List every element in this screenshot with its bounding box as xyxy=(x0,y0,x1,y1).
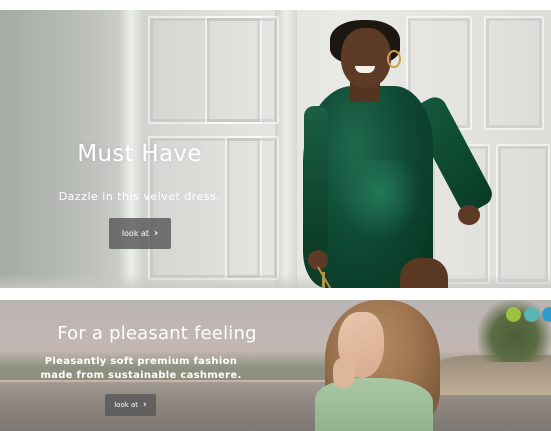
color-dot-teal xyxy=(524,307,539,322)
cashmere-sweater xyxy=(315,378,433,431)
look-at-button[interactable]: look at › xyxy=(109,218,171,249)
banner-subtitle: Dazzle in this velvet dress. xyxy=(58,190,221,203)
color-dot-blue xyxy=(542,307,551,322)
button-label: look at xyxy=(121,229,150,238)
model-leg xyxy=(400,258,448,288)
chevron-right-icon: › xyxy=(154,228,159,239)
banner-subtitle: Pleasantly soft premium fashion made fro… xyxy=(0,355,282,383)
model-hand xyxy=(458,205,480,225)
banner-title: Must Have xyxy=(77,141,202,167)
earring xyxy=(387,50,401,68)
door-panel xyxy=(484,16,544,130)
model-arm xyxy=(304,106,328,256)
look-at-button[interactable]: look at › xyxy=(105,394,156,416)
banner-title: For a pleasant feeling xyxy=(57,323,257,344)
floor-shadow xyxy=(0,274,551,288)
subtitle-line: made from sustainable cashmere. xyxy=(40,370,242,381)
button-label: look at xyxy=(114,401,139,409)
subtitle-line: Pleasantly soft premium fashion xyxy=(44,356,238,367)
door-panel xyxy=(496,144,550,284)
color-dot-green xyxy=(506,307,521,322)
chevron-right-icon: › xyxy=(143,400,147,410)
model-hand xyxy=(333,358,355,388)
pleasant-feeling-banner[interactable]: For a pleasant feeling Pleasantly soft p… xyxy=(0,300,551,431)
bag-chain xyxy=(322,272,325,288)
dress-fold xyxy=(340,160,420,240)
wall-panel xyxy=(205,16,279,124)
model-face xyxy=(341,28,391,88)
must-have-banner[interactable]: Must Have Dazzle in this velvet dress. l… xyxy=(0,10,551,288)
page: Must Have Dazzle in this velvet dress. l… xyxy=(0,0,551,431)
